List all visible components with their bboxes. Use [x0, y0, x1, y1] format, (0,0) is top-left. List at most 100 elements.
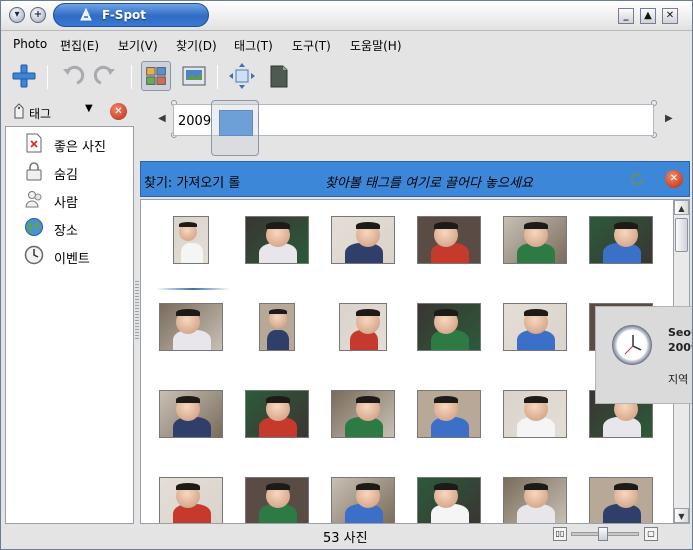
photo-subject-body: [430, 243, 470, 263]
people-icon: [25, 191, 42, 208]
menu-view[interactable]: 보기(V): [118, 37, 158, 54]
clock-icon: [24, 245, 44, 265]
browse-view-icon[interactable]: [141, 61, 171, 91]
timeline-handle[interactable]: [211, 100, 259, 156]
menu-find[interactable]: 찾기(D): [176, 37, 217, 54]
timeline-right-arrow-icon[interactable]: ▶: [665, 113, 673, 124]
toolbar: [1, 57, 692, 97]
tag-selector-label: 태그: [29, 107, 52, 121]
sidebar-item-label: 숨김: [54, 168, 78, 183]
rotate-right-icon[interactable]: [91, 61, 121, 91]
chevron-down-icon[interactable]: ▼: [85, 103, 93, 114]
photo-thumbnail[interactable]: [173, 216, 209, 264]
zoom-out-icon[interactable]: ▯▯: [553, 527, 567, 541]
photo-thumbnail[interactable]: [503, 390, 567, 438]
photo-subject-hair: [356, 482, 380, 490]
photo-thumbnail[interactable]: [159, 390, 223, 438]
sidebar-item-label: 장소: [54, 224, 78, 239]
sticky-icon[interactable]: +: [30, 7, 46, 23]
photo-subject-hair: [356, 395, 380, 403]
tooltip-year: 2009: [668, 341, 692, 354]
photo-thumbnail[interactable]: [259, 303, 295, 351]
title-bar: ▾ + F-Spot _ ▲ ✕: [1, 1, 692, 31]
zoom-in-icon[interactable]: ▢: [644, 527, 658, 541]
rotate-left-icon[interactable]: [57, 61, 87, 91]
photo-thumbnail[interactable]: [417, 216, 481, 264]
clock-icon: [612, 325, 652, 365]
photo-thumbnail[interactable]: [417, 477, 481, 523]
photo-subject-hair: [356, 308, 380, 316]
menu-edit[interactable]: 편집(E): [60, 37, 99, 54]
maximize-button[interactable]: ▲: [640, 8, 656, 24]
photo-thumbnail[interactable]: [331, 390, 395, 438]
slideshow-icon[interactable]: [263, 61, 293, 91]
photo-subject-hair: [266, 482, 290, 490]
title-pill: F-Spot: [53, 3, 209, 27]
photo-thumbnail[interactable]: [503, 303, 567, 351]
menu-bar: Photo 편집(E) 보기(V) 찾기(D) 태그(T) 도구(T) 도움말(…: [1, 31, 692, 57]
photo-count: 53 사진: [323, 531, 368, 546]
close-button[interactable]: ✕: [662, 8, 678, 24]
menu-photo[interactable]: Photo: [13, 37, 47, 51]
scroll-down-icon[interactable]: ▼: [674, 508, 689, 523]
menu-tools[interactable]: 도구(T): [292, 37, 331, 54]
refresh-icon[interactable]: [629, 171, 646, 188]
menu-tags[interactable]: 태그(T): [234, 37, 273, 54]
sidebar-item-people[interactable]: 사람: [24, 189, 134, 211]
photo-thumbnail[interactable]: [589, 216, 653, 264]
photo-thumbnail[interactable]: [503, 216, 567, 264]
sidebar-item-label: 좋은 사진: [54, 140, 106, 155]
close-find-icon[interactable]: ✕: [665, 170, 683, 188]
photo-thumbnail[interactable]: [417, 390, 481, 438]
pane-splitter[interactable]: [135, 281, 139, 341]
zoom-slider-thumb[interactable]: [598, 527, 608, 541]
favorite-doc-icon: [26, 133, 42, 153]
clock-hands: [624, 335, 642, 355]
photo-thumbnail[interactable]: [589, 477, 653, 523]
photo-subject-body: [430, 330, 470, 350]
photo-thumbnail[interactable]: [245, 216, 309, 264]
timeline-year: 2009: [178, 114, 212, 129]
fullscreen-icon[interactable]: [227, 61, 257, 91]
close-sidebar-icon[interactable]: ✕: [110, 103, 127, 120]
photo-subject-hair: [179, 221, 197, 228]
photo-thumbnail[interactable]: [245, 390, 309, 438]
scroll-up-icon[interactable]: ▲: [674, 200, 689, 215]
photo-thumbnail[interactable]: [245, 477, 309, 523]
scroll-thumb[interactable]: [675, 218, 688, 252]
sidebar-item-label: 이벤트: [54, 252, 90, 267]
minimize-button[interactable]: _: [618, 8, 634, 24]
tag-selector[interactable]: 태그 ▼ ✕: [9, 101, 135, 125]
photo-subject-hair: [266, 395, 290, 403]
window-menu-icon[interactable]: ▾: [9, 7, 25, 23]
toolbar-separator: [217, 65, 218, 89]
photo-thumbnail[interactable]: [417, 303, 481, 351]
photo-thumbnail[interactable]: [159, 477, 223, 523]
import-icon[interactable]: [9, 61, 39, 91]
photo-thumbnail[interactable]: [503, 477, 567, 523]
f-spot-logo-icon: [80, 7, 92, 21]
sidebar-item-places[interactable]: 장소: [24, 217, 134, 239]
edit-view-icon[interactable]: [179, 61, 209, 91]
find-drop-hint[interactable]: 찾아볼 태그를 여기로 끌어다 놓으세요: [325, 172, 533, 191]
tooltip-location: Seou: [668, 326, 692, 339]
photo-subject-hair: [176, 482, 200, 490]
photo-thumbnail[interactable]: [339, 303, 387, 351]
photo-thumbnail[interactable]: [159, 303, 223, 351]
sidebar-item-hidden[interactable]: 숨김: [24, 161, 134, 183]
photo-subject-hair: [524, 482, 548, 490]
photo-subject-hair: [524, 395, 548, 403]
photo-thumbnail[interactable]: [331, 477, 395, 523]
photo-thumbnail[interactable]: [331, 216, 395, 264]
photo-subject-hair: [614, 221, 638, 229]
photo-subject-body: [430, 417, 470, 437]
photo-subject-hair: [176, 308, 200, 316]
timeline-left-arrow-icon[interactable]: ◀: [158, 113, 166, 124]
sidebar-item-events[interactable]: 이벤트: [24, 245, 134, 267]
menu-help[interactable]: 도움말(H): [350, 37, 402, 54]
photo-subject-hair: [614, 482, 638, 490]
tag-list: 좋은 사진 숨김 사람 장소 이벤트: [5, 126, 134, 524]
photo-subject-hair: [176, 395, 200, 403]
sidebar-item-favorites[interactable]: 좋은 사진: [24, 133, 134, 155]
photo-subject-hair: [524, 221, 548, 229]
